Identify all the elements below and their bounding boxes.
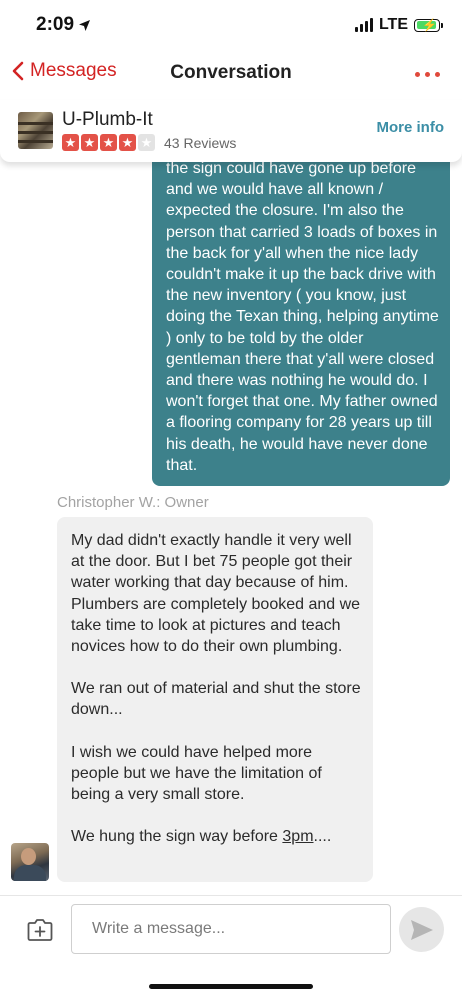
send-icon <box>410 919 433 940</box>
avatar[interactable] <box>11 843 49 881</box>
outgoing-message: the sign could have gone up before and w… <box>152 140 450 486</box>
home-indicator <box>149 984 313 989</box>
message-paragraph: I wish we could have helped more people … <box>71 743 322 804</box>
sender-label: Christopher W.: Owner <box>57 494 209 511</box>
star-icon: ★ <box>62 134 79 151</box>
send-button[interactable] <box>399 907 444 952</box>
status-bar: 2:09 LTE ⚡ <box>0 0 462 48</box>
business-photo[interactable] <box>18 112 53 149</box>
message-last-line: We hung the sign way before 3pm.... <box>71 826 363 847</box>
business-name: U-Plumb-It <box>62 109 153 130</box>
message-input[interactable] <box>71 904 391 954</box>
outgoing-message-text: the sign could have gone up before and w… <box>166 160 439 474</box>
nav-bar: Messages Conversation <box>0 52 462 96</box>
review-count: 43 Reviews <box>164 135 237 151</box>
message-paragraph: We ran out of material and shut the stor… <box>71 680 361 719</box>
star-icon: ★ <box>138 134 155 151</box>
more-info-link[interactable]: More info <box>377 119 445 136</box>
business-header[interactable]: U-Plumb-It ★ ★ ★ ★ ★ 43 Reviews More inf… <box>0 100 462 162</box>
star-icon: ★ <box>100 134 117 151</box>
last-line-text: We hung the sign way before <box>71 828 283 846</box>
clock-text: 2:09 <box>36 14 75 35</box>
page-title: Conversation <box>170 62 292 83</box>
network-label: LTE <box>378 16 408 33</box>
star-rating: ★ ★ ★ ★ ★ <box>62 134 155 151</box>
message-paragraph: My dad didn't exactly handle it very wel… <box>71 532 361 656</box>
star-icon: ★ <box>119 134 136 151</box>
star-icon: ★ <box>81 134 98 151</box>
battery-charging-icon: ⚡ <box>414 18 443 32</box>
location-arrow-icon <box>79 19 91 31</box>
status-time: 2:09 <box>36 14 91 36</box>
status-indicators: LTE ⚡ <box>354 16 443 34</box>
time-link[interactable]: 3pm <box>282 828 313 845</box>
last-line-suffix: .... <box>313 828 332 846</box>
signal-icon <box>354 18 373 32</box>
composer-divider <box>0 895 462 896</box>
attach-photo-icon[interactable] <box>27 917 53 943</box>
more-dots-icon[interactable] <box>415 72 440 77</box>
incoming-message: My dad didn't exactly handle it very wel… <box>57 517 373 882</box>
